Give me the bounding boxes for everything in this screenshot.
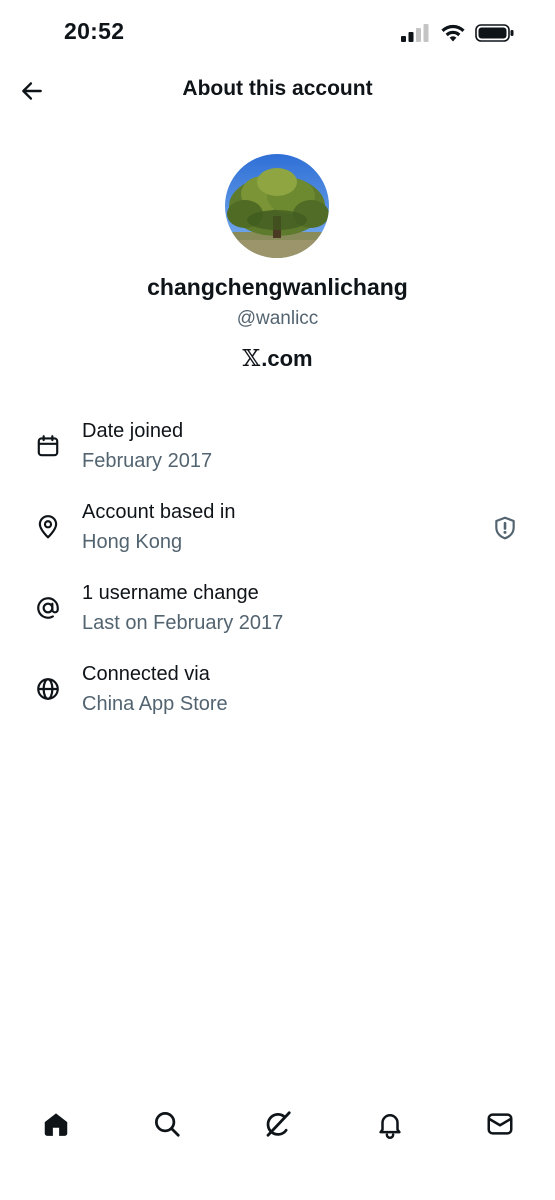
calendar-icon: [34, 432, 62, 460]
info-label: 1 username change: [82, 582, 259, 604]
info-value: February 2017: [82, 450, 213, 472]
tree-photo-avatar: [225, 154, 329, 258]
shield-alert-icon: [495, 516, 515, 540]
info-value: Last on February 2017: [82, 612, 284, 634]
info-row-date-joined: Date joined February 2017: [0, 414, 555, 495]
home-icon: [44, 1113, 68, 1136]
site-domain-suffix: .com: [261, 346, 313, 371]
info-label: Account based in: [82, 501, 236, 523]
info-label: Connected via: [82, 663, 210, 685]
info-label: Date joined: [82, 420, 184, 442]
nav-grok[interactable]: [260, 1106, 296, 1142]
cellular-signal-icon: [401, 24, 429, 42]
bottom-nav: [0, 1096, 555, 1152]
user-handle: @wanlicc: [236, 308, 319, 329]
nav-home[interactable]: [38, 1106, 74, 1142]
bell-icon: [379, 1114, 401, 1139]
location-pin-icon: [34, 513, 62, 541]
at-sign-icon: [34, 594, 62, 622]
search-icon: [155, 1112, 180, 1137]
status-time: 20:52: [64, 18, 125, 44]
globe-icon: [34, 675, 62, 703]
avatar[interactable]: [225, 154, 329, 258]
nav-notifications[interactable]: [372, 1106, 408, 1142]
shield-alert-button[interactable]: [491, 514, 519, 542]
info-value: China App Store: [82, 693, 228, 715]
info-value: Hong Kong: [82, 531, 183, 553]
grok-icon: [266, 1111, 291, 1137]
nav-search[interactable]: [149, 1106, 185, 1142]
header: About this account: [0, 64, 555, 118]
page-title: About this account: [182, 77, 373, 100]
site-domain: 𝕏 .com: [0, 346, 555, 372]
display-name: changchengwanlichang: [147, 274, 408, 300]
info-row-connected-via: Connected via China App Store: [0, 657, 555, 738]
info-row-account-based-in: Account based in Hong Kong: [0, 495, 555, 576]
battery-icon: [475, 24, 514, 42]
nav-messages[interactable]: [482, 1106, 518, 1142]
x-logo-icon: 𝕏: [242, 346, 261, 372]
status-icons: [401, 22, 515, 44]
status-bar: 20:52: [0, 0, 555, 64]
mail-icon: [487, 1113, 513, 1135]
info-row-username-change: 1 username change Last on February 2017: [0, 576, 555, 657]
account-info-list: Date joined February 2017 Account based …: [0, 414, 555, 738]
wifi-icon: [441, 24, 465, 42]
